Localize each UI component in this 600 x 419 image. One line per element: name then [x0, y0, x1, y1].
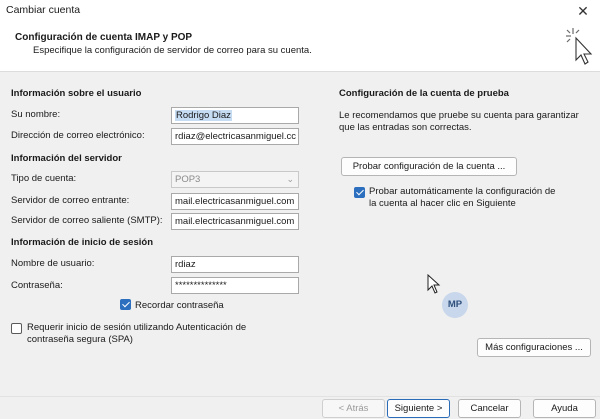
help-button[interactable]: Ayuda: [533, 399, 596, 418]
outgoing-server-label: Servidor de correo saliente (SMTP):: [11, 215, 163, 226]
account-type-value: POP3: [175, 174, 201, 185]
incoming-server-field[interactable]: mail.electricasanmiguel.com: [171, 193, 299, 210]
cancel-button[interactable]: Cancelar: [458, 399, 521, 418]
dropdown-arrow-icon: ⌄: [286, 174, 294, 184]
test-account-button[interactable]: Probar configuración de la cuenta ...: [341, 157, 517, 176]
remember-password-label: Recordar contraseña: [135, 300, 224, 311]
user-info-heading: Información sobre el usuario: [11, 88, 142, 99]
header-subtitle: Especifique la configuración de servidor…: [33, 45, 312, 56]
more-settings-button[interactable]: Más configuraciones ...: [477, 338, 591, 357]
mouse-pointer-icon: [427, 274, 441, 294]
footer-divider: [0, 396, 600, 397]
name-label: Su nombre:: [11, 109, 61, 120]
avatar: MP: [442, 292, 468, 318]
account-type-label: Tipo de cuenta:: [11, 173, 77, 184]
test-desc-line1: Le recomendamos que pruebe su cuenta par…: [339, 110, 579, 121]
email-field[interactable]: rdiaz@electricasanmiguel.cc: [171, 128, 299, 145]
server-info-heading: Información del servidor: [11, 153, 122, 164]
remember-password-checkbox[interactable]: [120, 299, 131, 310]
spa-label-line1: Requerir inicio de sesión utilizando Aut…: [27, 322, 247, 333]
email-label: Dirección de correo electrónico:: [11, 130, 145, 141]
username-field[interactable]: rdiaz: [171, 256, 299, 273]
header-title: Configuración de cuenta IMAP y POP: [15, 32, 193, 43]
title-bar: [0, 0, 600, 22]
close-icon[interactable]: ✕: [574, 2, 592, 20]
test-settings-heading: Configuración de la cuenta de prueba: [339, 88, 509, 99]
spa-label-line2: contraseña segura (SPA): [27, 334, 133, 345]
name-field[interactable]: Rodrigo Diaz: [171, 107, 299, 124]
login-info-heading: Información de inicio de sesión: [11, 237, 153, 248]
setup-wand-icon: [566, 28, 593, 65]
back-button[interactable]: < Atrás: [322, 399, 385, 418]
test-desc-line2: que las entradas son correctas.: [339, 122, 472, 133]
incoming-server-label: Servidor de correo entrante:: [11, 195, 130, 206]
window-title: Cambiar cuenta: [6, 4, 81, 16]
next-button[interactable]: Siguiente >: [387, 399, 450, 418]
auto-test-label-line2: la cuenta al hacer clic en Siguiente: [369, 198, 516, 209]
username-label: Nombre de usuario:: [11, 258, 95, 269]
password-field[interactable]: **************: [171, 277, 299, 294]
auto-test-label-line1: Probar automáticamente la configuración …: [369, 186, 556, 197]
account-type-select: POP3 ⌄: [171, 171, 299, 188]
spa-checkbox[interactable]: [11, 323, 22, 334]
name-value: Rodrigo Diaz: [175, 110, 232, 121]
password-label: Contraseña:: [11, 280, 63, 291]
outgoing-server-field[interactable]: mail.electricasanmiguel.com: [171, 213, 299, 230]
auto-test-checkbox[interactable]: [354, 187, 365, 198]
